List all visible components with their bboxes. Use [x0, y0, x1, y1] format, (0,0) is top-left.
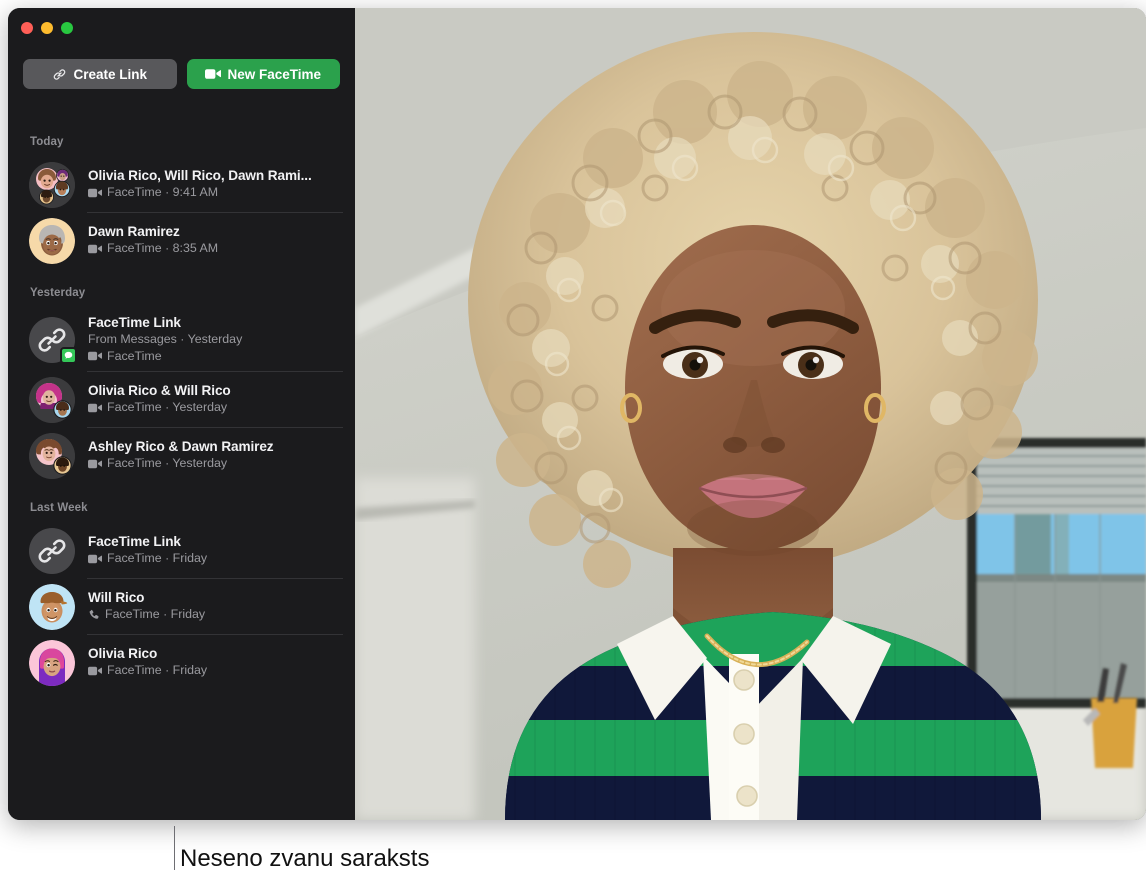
video-camera-icon	[205, 68, 221, 80]
avatar	[29, 640, 75, 686]
callout-leader-line	[174, 826, 175, 870]
call-item-subtitle-row: FaceTime · 9:41 AM	[88, 184, 339, 201]
avatar	[29, 218, 75, 264]
call-item-subtitle: FaceTime · Friday	[107, 662, 207, 679]
call-item-subtitle-row: FaceTime · Friday	[88, 550, 339, 567]
call-list-item[interactable]: Olivia Rico FaceTime · Friday	[8, 635, 355, 691]
video-call-view[interactable]	[355, 8, 1146, 820]
create-link-label: Create Link	[73, 67, 147, 82]
call-item-subtitle-row: FaceTime	[88, 348, 339, 365]
call-item-text: FaceTime Link FaceTime · Friday	[88, 533, 339, 569]
memoji-cap-blue-avatar	[29, 584, 75, 630]
call-item-title: Ashley Rico & Dawn Ramirez	[88, 438, 339, 455]
link-icon	[52, 67, 67, 82]
minimize-window-button[interactable]	[41, 22, 53, 34]
call-item-title: FaceTime Link	[88, 533, 339, 550]
section-header-today: Today	[8, 120, 355, 157]
facetime-link-avatar	[29, 528, 75, 574]
new-facetime-label: New FaceTime	[227, 67, 321, 82]
call-item-subtitle-row: FaceTime · 8:35 AM	[88, 240, 339, 257]
call-item-text: FaceTime Link From Messages · Yesterday …	[88, 314, 339, 367]
call-item-subtitle-row: FaceTime · Yesterday	[88, 455, 339, 472]
call-list-item[interactable]: Olivia Rico & Will Rico FaceTime · Yeste…	[8, 372, 355, 428]
video-camera-icon	[88, 666, 102, 676]
call-item-subtitle-row: FaceTime · Yesterday	[88, 399, 339, 416]
sidebar: Create Link New FaceTime Today	[8, 8, 355, 820]
facetime-window: Create Link New FaceTime Today	[8, 8, 1146, 820]
call-item-subtitle: FaceTime · Friday	[105, 606, 205, 623]
avatar	[29, 377, 75, 423]
call-item-title: Olivia Rico & Will Rico	[88, 382, 339, 399]
call-item-text: Olivia Rico FaceTime · Friday	[88, 645, 339, 681]
video-camera-icon	[88, 459, 102, 469]
pair-memoji-pink-blue-avatar	[29, 377, 75, 423]
avatar	[29, 584, 75, 630]
video-camera-icon	[88, 351, 102, 361]
call-item-title: Dawn Ramirez	[88, 223, 339, 240]
screenshot-stage: Create Link New FaceTime Today	[0, 0, 1146, 888]
facetime-video-feed	[355, 8, 1146, 820]
avatar	[29, 317, 75, 363]
call-item-subtitle: FaceTime	[107, 348, 162, 365]
video-camera-icon	[88, 403, 102, 413]
section-header-yesterday: Yesterday	[8, 269, 355, 308]
pair-memoji-rose-tan-avatar	[29, 433, 75, 479]
create-link-button[interactable]: Create Link	[23, 59, 177, 89]
call-list-item[interactable]: Dawn Ramirez FaceTime · 8:35 AM	[8, 213, 355, 269]
new-facetime-button[interactable]: New FaceTime	[187, 59, 341, 89]
avatar	[29, 528, 75, 574]
avatar	[29, 162, 75, 208]
call-item-title: FaceTime Link	[88, 314, 339, 331]
recent-calls-list[interactable]: Today	[8, 120, 355, 820]
call-item-subtitle: FaceTime · Yesterday	[107, 455, 227, 472]
phone-handset-icon	[88, 609, 100, 621]
call-item-title: Olivia Rico	[88, 645, 339, 662]
video-camera-icon	[88, 188, 102, 198]
call-item-subtitle: FaceTime · 8:35 AM	[107, 240, 218, 257]
call-list-item[interactable]: Olivia Rico, Will Rico, Dawn Rami... Fac…	[8, 157, 355, 213]
zoom-window-button[interactable]	[61, 22, 73, 34]
call-item-subtitle: FaceTime · 9:41 AM	[107, 184, 218, 201]
close-window-button[interactable]	[21, 22, 33, 34]
call-item-text: Olivia Rico, Will Rico, Dawn Rami... Fac…	[88, 167, 339, 203]
call-item-title: Olivia Rico, Will Rico, Dawn Rami...	[88, 167, 339, 184]
call-item-text: Dawn Ramirez FaceTime · 8:35 AM	[88, 223, 339, 259]
call-item-subtitle-row: FaceTime · Friday	[88, 662, 339, 679]
memoji-gray-hair-avatar	[29, 218, 75, 264]
call-list-item[interactable]: FaceTime Link From Messages · Yesterday …	[8, 308, 355, 372]
call-item-text: Olivia Rico & Will Rico FaceTime · Yeste…	[88, 382, 339, 418]
call-item-subtitle: FaceTime · Friday	[107, 550, 207, 567]
window-traffic-lights	[21, 22, 73, 34]
call-item-source: From Messages · Yesterday	[88, 331, 339, 348]
call-item-subtitle: FaceTime · Yesterday	[107, 399, 227, 416]
call-item-title: Will Rico	[88, 589, 339, 606]
sidebar-toolbar: Create Link New FaceTime	[8, 59, 355, 89]
section-header-last-week: Last Week	[8, 484, 355, 523]
call-list-item[interactable]: Will Rico FaceTime · Friday	[8, 579, 355, 635]
group-4-memoji-avatar	[29, 162, 75, 208]
call-list-item[interactable]: FaceTime Link FaceTime · Friday	[8, 523, 355, 579]
callout-label: Neseno zvanu saraksts	[180, 845, 429, 873]
video-camera-icon	[88, 244, 102, 254]
call-list-item[interactable]: Ashley Rico & Dawn Ramirez FaceTime · Ye…	[8, 428, 355, 484]
call-item-text: Will Rico FaceTime · Friday	[88, 589, 339, 625]
memoji-pink-hair-avatar	[29, 640, 75, 686]
messages-badge-icon	[60, 347, 77, 364]
avatar	[29, 433, 75, 479]
video-camera-icon	[88, 554, 102, 564]
call-item-text: Ashley Rico & Dawn Ramirez FaceTime · Ye…	[88, 438, 339, 474]
call-item-subtitle-row: FaceTime · Friday	[88, 606, 339, 623]
